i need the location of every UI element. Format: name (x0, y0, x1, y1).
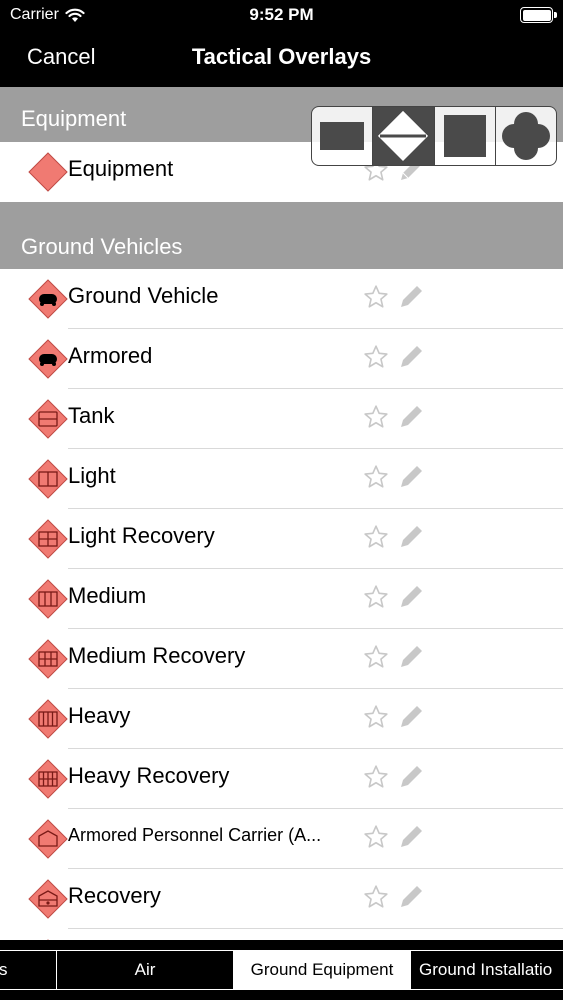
list-item[interactable]: Medium (0, 569, 563, 629)
favorite-star-icon[interactable] (363, 884, 389, 910)
square-shape-icon (443, 115, 486, 157)
list-item[interactable]: Armored Personnel Carrier (A... (0, 809, 563, 869)
tab-ground-installation[interactable]: Ground Installatio (411, 951, 563, 989)
light-recovery-symbol-icon (28, 519, 68, 559)
medium-recovery-symbol-icon (28, 639, 68, 679)
frame-shape-picker (311, 106, 557, 166)
shape-option-clover[interactable] (496, 107, 556, 165)
edit-pencil-icon[interactable] (396, 402, 426, 432)
favorite-star-icon[interactable] (363, 404, 389, 430)
medium-symbol-icon (28, 579, 68, 619)
list-item[interactable]: Tank (0, 389, 563, 449)
list-item[interactable]: Light (0, 449, 563, 509)
edit-pencil-icon[interactable] (396, 462, 426, 492)
edit-pencil-icon[interactable] (396, 642, 426, 672)
list-item-label: Medium (68, 583, 147, 608)
list-item-label: Recovery (68, 883, 161, 908)
favorite-star-icon[interactable] (363, 284, 389, 310)
list-item-label: Tank (68, 403, 115, 428)
section-header-ground-vehicles: Ground Vehicles (0, 202, 563, 269)
list-item-label: Equipment (68, 156, 174, 181)
edit-pencil-icon[interactable] (396, 702, 426, 732)
edit-pencil-icon[interactable] (396, 762, 426, 792)
list-item[interactable]: Ground Vehicle (0, 269, 563, 329)
section-title: Ground Vehicles (21, 234, 183, 259)
category-tab-bar: s Air Ground Equipment Ground Installati… (0, 940, 563, 1000)
list-item-partial[interactable] (0, 929, 563, 940)
tab-label: Ground Equipment (250, 960, 394, 979)
favorite-star-icon[interactable] (363, 584, 389, 610)
rectangle-shape-icon (320, 122, 365, 150)
list-item[interactable]: Medium Recovery (0, 629, 563, 689)
edit-pencil-icon[interactable] (396, 522, 426, 552)
tab-label: Ground Installatio (419, 960, 553, 979)
list-item-label: Armored (68, 343, 153, 368)
shape-option-rectangle[interactable] (312, 107, 374, 165)
list-item-label: Medium Recovery (68, 643, 246, 668)
list-item-label: Heavy Recovery (68, 763, 230, 788)
heavy-recovery-symbol-icon (28, 759, 68, 799)
list-item[interactable]: Armored (0, 329, 563, 389)
section-title: Equipment (21, 106, 127, 131)
apc-symbol-icon (28, 819, 68, 859)
favorite-star-icon[interactable] (363, 764, 389, 790)
list-item[interactable]: Heavy Recovery (0, 749, 563, 809)
list-item-label: Heavy (68, 703, 131, 728)
status-time: 9:52 PM (249, 5, 314, 24)
edit-pencil-icon[interactable] (396, 342, 426, 372)
list-item[interactable]: Light Recovery (0, 509, 563, 569)
list-item-label: Light Recovery (68, 523, 215, 548)
recovery-symbol-icon (28, 879, 68, 919)
tab-air[interactable]: Air (57, 951, 234, 989)
favorite-star-icon[interactable] (363, 344, 389, 370)
tab-label: Air (134, 960, 156, 979)
tab-ground-equipment[interactable]: Ground Equipment (234, 951, 411, 989)
armored-symbol-icon (28, 339, 68, 379)
clover-shape-icon (501, 112, 550, 160)
list-item-label: Armored Personnel Carrier (A... (68, 825, 322, 845)
favorite-star-icon[interactable] (363, 524, 389, 550)
ground-vehicle-symbol-icon (28, 279, 68, 319)
edit-pencil-icon[interactable] (396, 882, 426, 912)
battery-icon (520, 7, 557, 23)
list-item[interactable]: Heavy (0, 689, 563, 749)
shape-option-square[interactable] (435, 107, 496, 165)
heavy-symbol-icon (28, 699, 68, 739)
favorite-star-icon[interactable] (363, 824, 389, 850)
edit-pencil-icon[interactable] (396, 582, 426, 612)
edit-pencil-icon[interactable] (396, 282, 426, 312)
favorite-star-icon[interactable] (363, 644, 389, 670)
equipment-symbol-icon (28, 152, 68, 192)
tab-previous-category[interactable]: s (0, 951, 57, 989)
navigation-bar: Cancel Tactical Overlays (0, 32, 563, 87)
favorite-star-icon[interactable] (363, 464, 389, 490)
tab-label: s (0, 960, 8, 980)
page-title: Tactical Overlays (191, 44, 372, 69)
light-symbol-icon (28, 459, 68, 499)
list-item[interactable]: Recovery (0, 869, 563, 929)
tank-symbol-icon (28, 399, 68, 439)
edit-pencil-icon[interactable] (396, 822, 426, 852)
shape-option-diamond[interactable] (373, 107, 435, 165)
status-bar: Carrier 9:52 PM (0, 0, 563, 32)
list-item-label: Light (68, 463, 116, 488)
favorite-star-icon[interactable] (363, 704, 389, 730)
diamond-shape-icon (378, 111, 429, 161)
category-segmented-control: s Air Ground Equipment Ground Installati… (0, 950, 563, 990)
list-item-label: Ground Vehicle (68, 283, 219, 308)
